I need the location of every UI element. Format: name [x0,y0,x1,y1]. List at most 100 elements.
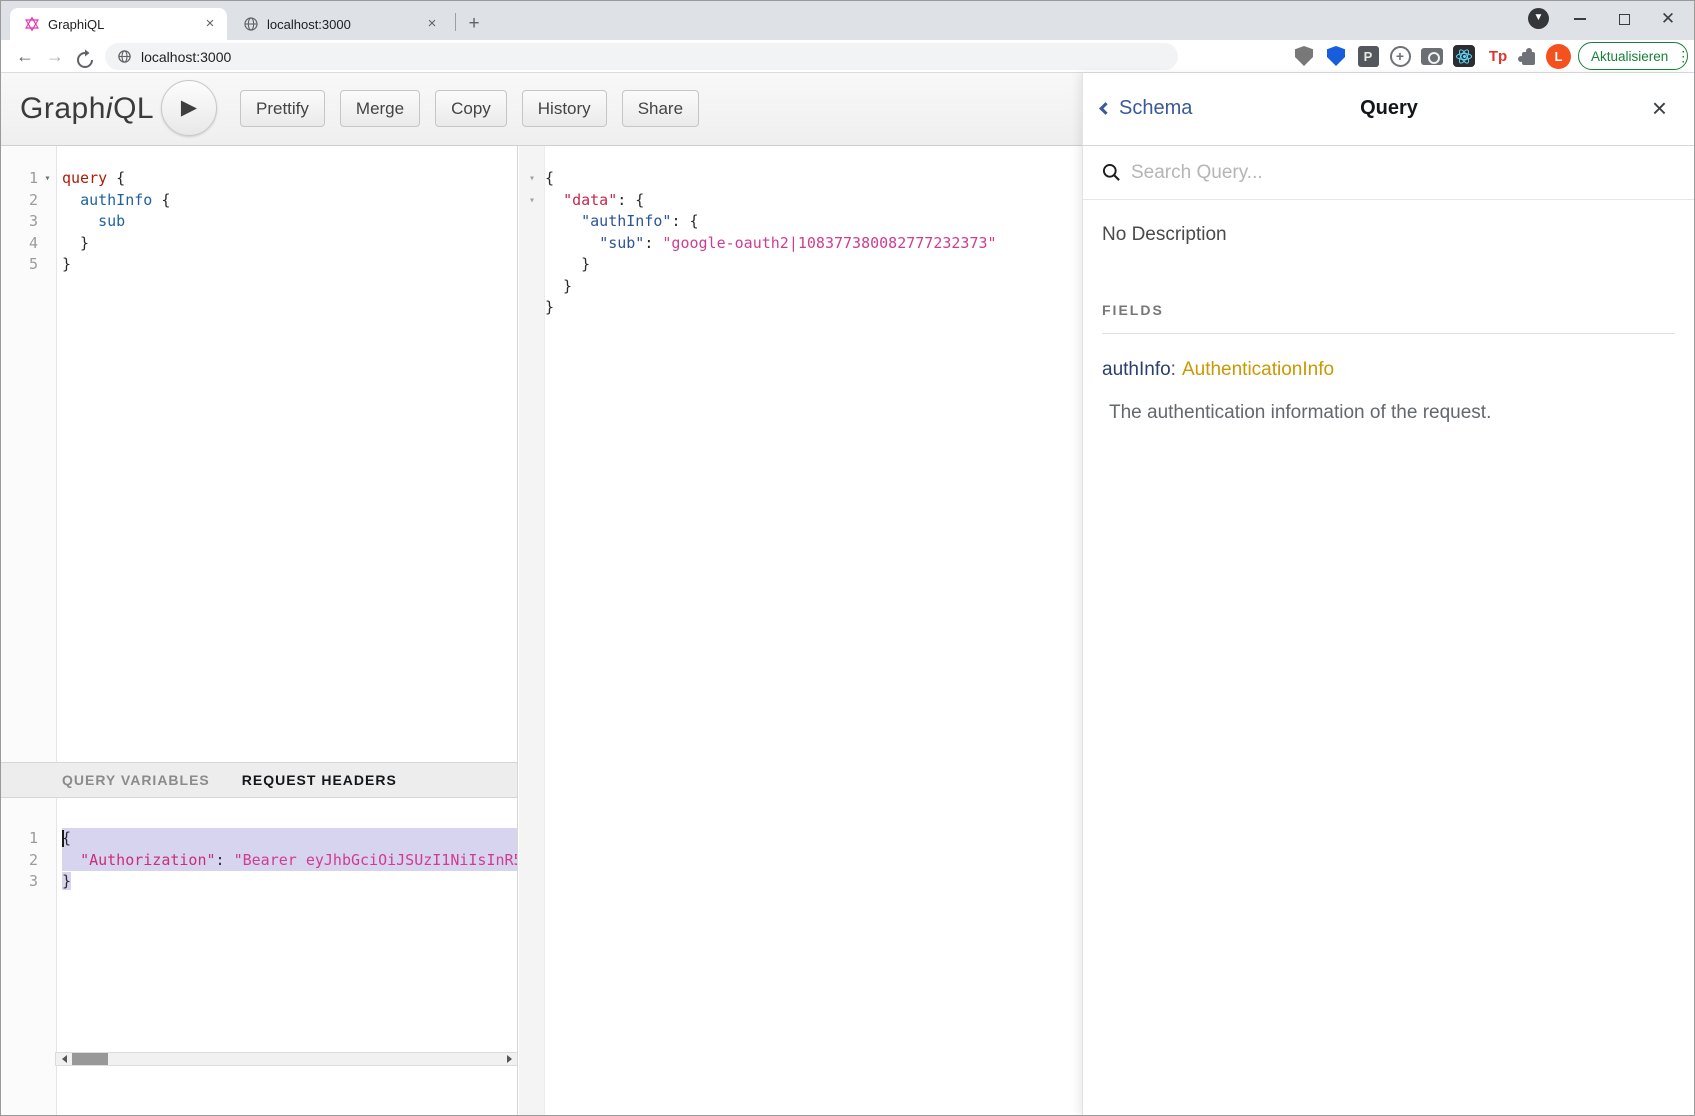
prettify-button[interactable]: Prettify [240,90,325,127]
code-line: 1▾query { [0,168,517,190]
address-url: localhost:3000 [141,49,231,65]
line-number: 1 [0,828,38,850]
field-name-link[interactable]: authInfo [1102,359,1171,380]
browser-titlebar: GraphiQL × localhost:3000 × + ▼ ✕ [0,0,1695,40]
profile-avatar[interactable]: L [1546,44,1571,69]
line-number: 1 [0,168,38,190]
doc-explorer-title: Query [1083,97,1695,120]
address-bar[interactable]: localhost:3000 [105,43,1178,70]
code-line: "sub": "google-oauth2|108377380082777232… [519,233,1082,255]
tab-localhost[interactable]: localhost:3000 × [229,8,449,40]
fold-gutter-spacer [38,850,57,872]
code-line: 5} [0,254,517,276]
code-text: { [62,828,517,850]
code-text: query { [62,168,517,190]
tampermonkey-icon[interactable]: Tp [1486,44,1510,68]
forward-button-icon[interactable]: → [42,44,68,70]
fold-gutter-spacer [38,254,57,276]
request-headers-editor[interactable]: 1{2 "Authorization": "Bearer eyJhbGciOiJ… [0,798,518,1116]
move-tool-icon[interactable]: + [1388,44,1412,68]
screenshot-camera-icon[interactable] [1420,44,1444,68]
code-text: "data": { [545,190,1082,212]
horizontal-scrollbar[interactable] [55,1052,518,1066]
graphql-favicon-icon [24,16,40,32]
code-line: 3 sub [0,211,517,233]
fold-gutter-spacer [519,254,545,276]
result-viewer: ▾{▾ "data": { "authInfo": { "sub": "goog… [519,146,1082,1116]
tab-close-icon[interactable]: × [201,15,219,33]
browser-update-chevron-icon[interactable]: ▼ [1528,8,1549,29]
code-text: "Authorization": "Bearer eyJhbGciOiJSUzI… [62,850,517,872]
doc-search-input[interactable] [1131,162,1631,184]
fold-gutter-spacer [519,211,545,233]
new-tab-button[interactable]: + [461,11,487,37]
tab-graphiql[interactable]: GraphiQL × [10,8,227,40]
code-line: 1{ [0,828,517,850]
line-number: 5 [0,254,38,276]
fold-toggle-icon[interactable]: ▾ [519,168,545,190]
graphiql-topbar: GraphiQL ▶ Prettify Merge Copy History S… [0,73,1082,146]
kebab-menu-icon[interactable]: ⋮ [1676,48,1690,65]
tab-query-variables[interactable]: QUERY VARIABLES [62,772,210,788]
secondary-editor-tabs: QUERY VARIABLES REQUEST HEADERS [0,762,518,798]
doc-close-icon[interactable]: × [1652,93,1667,124]
fold-gutter-spacer [38,871,57,893]
react-devtools-icon[interactable] [1452,44,1476,68]
fold-gutter-spacer [519,297,545,319]
code-line: 2 authInfo { [0,190,517,212]
code-line: } [519,276,1082,298]
execute-query-button[interactable]: ▶ [161,80,217,136]
code-line: 3} [0,871,517,893]
line-number: 4 [0,233,38,255]
code-text: } [545,276,1082,298]
browser-update-button[interactable]: Aktualisieren ⋮ [1578,42,1688,70]
code-line: ▾{ [519,168,1082,190]
bitwarden-icon[interactable] [1324,44,1348,68]
scrollbar-track[interactable] [72,1053,501,1065]
window-close-button[interactable]: ✕ [1646,0,1690,38]
fold-toggle-icon[interactable]: ▾ [519,190,545,212]
tab-separator [455,13,456,31]
query-editor[interactable]: 1▾query {2 authInfo {3 sub4 }5} [0,146,518,762]
tab-close-icon[interactable]: × [423,15,441,33]
ublock-origin-icon[interactable] [1292,44,1316,68]
scroll-right-button[interactable] [501,1053,517,1065]
extensions-puzzle-icon[interactable] [1516,44,1540,68]
code-text: { [545,168,1082,190]
code-line: 2 "Authorization": "Bearer eyJhbGciOiJSU… [0,850,517,872]
tab-title: localhost:3000 [267,17,423,32]
fold-gutter-spacer [38,828,57,850]
merge-button[interactable]: Merge [340,90,420,127]
field-row: authInfo:AuthenticationInfo [1102,359,1675,381]
window-minimize-button[interactable] [1558,0,1602,38]
code-text: authInfo { [62,190,517,212]
window-maximize-button[interactable] [1602,0,1646,38]
fold-toggle-icon[interactable]: ▾ [38,168,57,190]
search-icon [1102,163,1121,182]
share-button[interactable]: Share [622,90,699,127]
code-text: "authInfo": { [545,211,1082,233]
code-text: } [62,254,517,276]
code-text: } [62,233,517,255]
scrollbar-thumb[interactable] [72,1053,108,1065]
fold-gutter-spacer [519,233,545,255]
code-line: } [519,297,1082,319]
history-button[interactable]: History [522,90,607,127]
line-number: 2 [0,850,38,872]
doc-explorer-panel: Schema Query × No Description FIELDS aut… [1082,73,1695,1116]
fields-heading: FIELDS [1102,302,1675,318]
code-text: } [545,297,1082,319]
doc-explorer-header: Schema Query × [1083,73,1695,146]
tab-request-headers[interactable]: REQUEST HEADERS [242,772,397,788]
code-line: ▾ "data": { [519,190,1082,212]
code-text: } [62,871,517,893]
reload-button-icon[interactable] [72,44,98,70]
p-extension-icon[interactable]: P [1356,44,1380,68]
copy-button[interactable]: Copy [435,90,507,127]
scroll-left-button[interactable] [56,1053,72,1065]
globe-favicon-icon [243,16,259,32]
back-button-icon[interactable]: ← [12,44,38,70]
code-line: "authInfo": { [519,211,1082,233]
line-number: 2 [0,190,38,212]
field-type-link[interactable]: AuthenticationInfo [1182,359,1334,380]
